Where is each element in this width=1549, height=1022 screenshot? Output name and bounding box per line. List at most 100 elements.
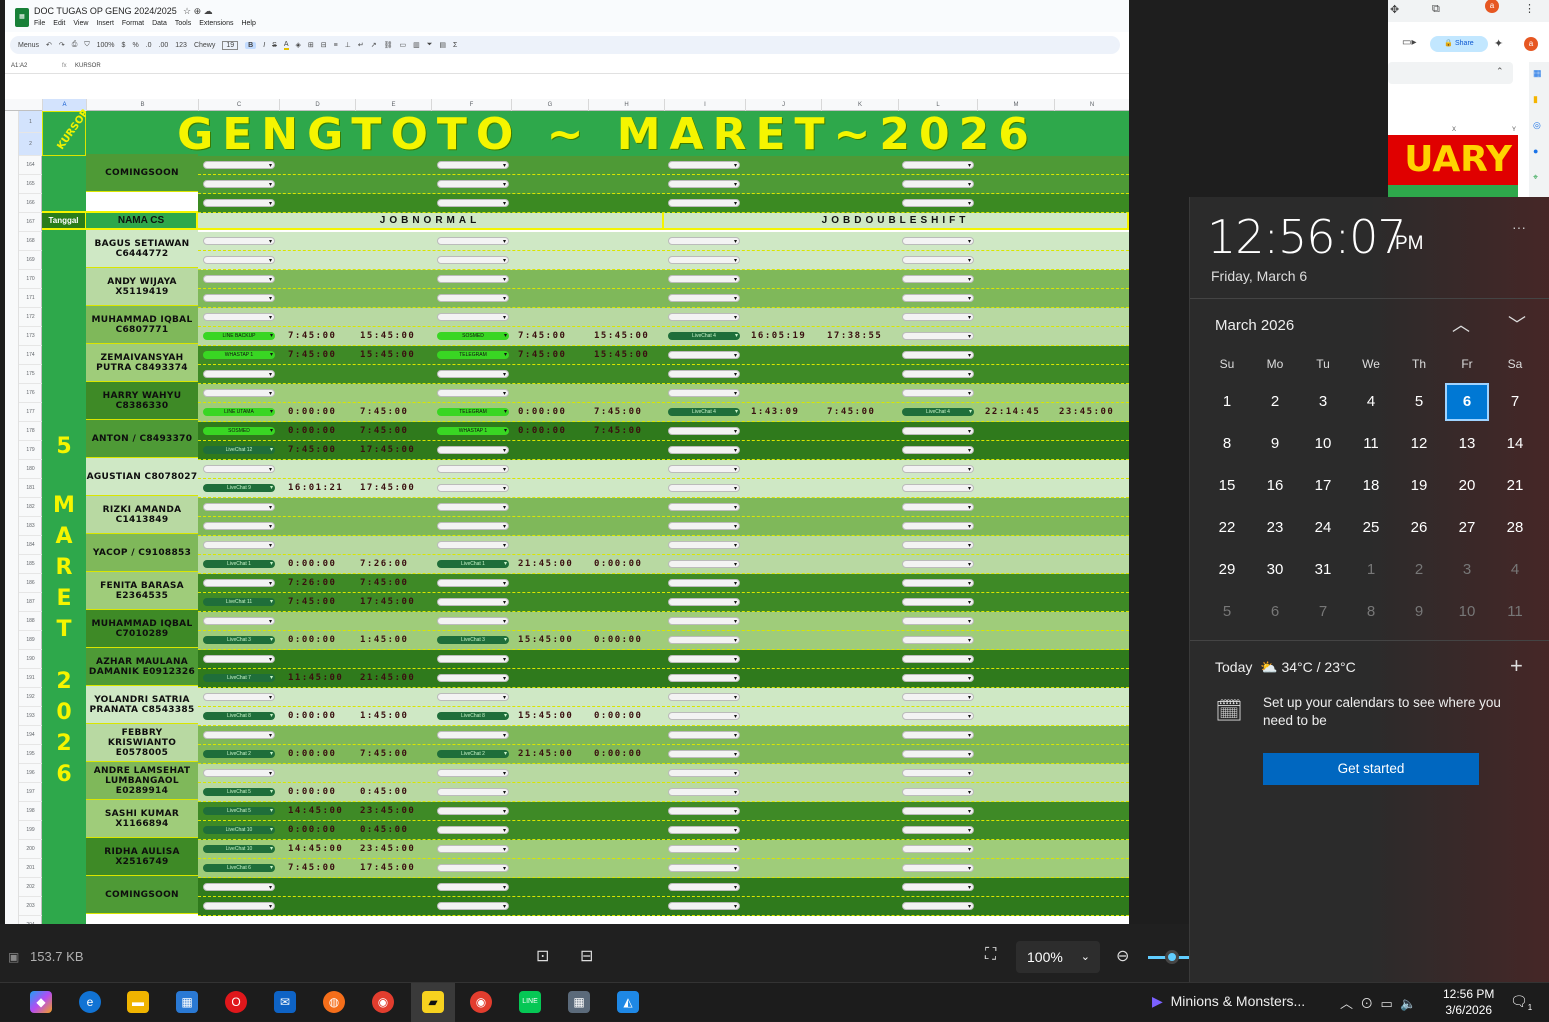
- table-row[interactable]: [198, 821, 1129, 840]
- paint-format-icon[interactable]: ⛉: [84, 41, 89, 49]
- table-row[interactable]: [198, 308, 1129, 327]
- job-dropdown[interactable]: LiveChat 4: [668, 408, 740, 416]
- job-dropdown[interactable]: [668, 465, 740, 474]
- job-dropdown[interactable]: [437, 864, 509, 873]
- time-cell[interactable]: 15:45:00: [594, 331, 649, 341]
- calendar-day[interactable]: 15: [1205, 467, 1249, 505]
- job-dropdown[interactable]: [902, 750, 974, 759]
- cs-name[interactable]: ANDRE LAMSEHAT LUMBANGAOL E0289914: [86, 762, 198, 800]
- job-dropdown[interactable]: [668, 503, 740, 512]
- row-header-196[interactable]: 196: [19, 764, 42, 783]
- job-dropdown[interactable]: [203, 883, 275, 892]
- row-header-192[interactable]: 192: [19, 688, 42, 707]
- job-dropdown[interactable]: [437, 256, 509, 265]
- calendar-day[interactable]: 31: [1301, 551, 1345, 589]
- menu-insert[interactable]: Insert: [96, 20, 114, 27]
- job-dropdown[interactable]: [437, 883, 509, 892]
- job-dropdown[interactable]: [668, 484, 740, 493]
- table-row[interactable]: [198, 574, 1129, 593]
- job-dropdown[interactable]: LiveChat 7: [203, 674, 275, 682]
- job-dropdown[interactable]: [437, 484, 509, 493]
- calendar-day[interactable]: 21: [1493, 467, 1537, 505]
- calendar-day[interactable]: 27: [1445, 509, 1489, 547]
- star-icon[interactable]: ☆ ⊕ ☁: [183, 6, 213, 17]
- row-header-168[interactable]: 168: [19, 232, 42, 251]
- job-dropdown[interactable]: [668, 807, 740, 816]
- calendar-day[interactable]: 17: [1301, 467, 1345, 505]
- row-header-172[interactable]: 172: [19, 308, 42, 327]
- share-button[interactable]: 🔒 Share: [1430, 36, 1488, 52]
- menu-format[interactable]: Format: [122, 20, 144, 27]
- cs-name[interactable]: COMINGSOON: [86, 876, 198, 914]
- copilot-icon[interactable]: ◆: [30, 991, 52, 1013]
- job-dropdown[interactable]: [902, 845, 974, 854]
- time-cell[interactable]: 16:01:21: [288, 483, 343, 493]
- job-dropdown[interactable]: [668, 370, 740, 379]
- job-dropdown[interactable]: SOSMED: [437, 332, 509, 340]
- redo-icon[interactable]: ↷: [59, 41, 65, 49]
- job-dropdown[interactable]: [668, 579, 740, 588]
- time-cell[interactable]: 7:45:00: [518, 331, 566, 341]
- sticky-notes-icon[interactable]: ▰: [422, 991, 444, 1013]
- row-header-184[interactable]: 184: [19, 536, 42, 555]
- job-dropdown[interactable]: [902, 731, 974, 740]
- merge-cells-icon[interactable]: ⊟: [321, 41, 327, 49]
- time-cell[interactable]: 23:45:00: [1059, 407, 1114, 417]
- job-dropdown[interactable]: [203, 655, 275, 664]
- job-dropdown[interactable]: [437, 522, 509, 531]
- row-header-178[interactable]: 178: [19, 422, 42, 441]
- job-dropdown[interactable]: LiveChat 5: [203, 807, 275, 815]
- job-dropdown[interactable]: [668, 237, 740, 246]
- gemini-icon[interactable]: ✦: [1494, 37, 1503, 50]
- job-dropdown[interactable]: [668, 731, 740, 740]
- time-cell[interactable]: 7:45:00: [360, 426, 408, 436]
- calendar-icon[interactable]: ▦: [1533, 68, 1542, 79]
- time-cell[interactable]: 7:45:00: [360, 407, 408, 417]
- time-cell[interactable]: 0:00:00: [288, 407, 336, 417]
- row-header-165[interactable]: 165: [19, 175, 42, 194]
- job-dropdown[interactable]: [437, 902, 509, 911]
- job-dropdown[interactable]: [668, 389, 740, 398]
- table-row[interactable]: [198, 327, 1129, 346]
- header-tanggal[interactable]: Tanggal: [42, 213, 86, 228]
- row-header-2[interactable]: 2: [19, 133, 42, 156]
- job-dropdown[interactable]: [668, 674, 740, 683]
- job-dropdown[interactable]: [902, 256, 974, 265]
- wrap-icon[interactable]: ↵: [358, 41, 364, 49]
- network-icon[interactable]: ▭: [1381, 996, 1393, 1011]
- row-header-164[interactable]: 164: [19, 156, 42, 175]
- comment-icon[interactable]: ▭: [399, 41, 406, 49]
- sheets-logo-icon[interactable]: ▦: [15, 8, 29, 27]
- calendar-day[interactable]: 11: [1349, 425, 1393, 463]
- job-dropdown[interactable]: LINE BACKUP: [203, 332, 275, 340]
- row-header-1[interactable]: 1: [19, 111, 42, 133]
- formula-input[interactable]: KURSOR: [75, 63, 101, 69]
- job-dropdown[interactable]: SOSMED: [203, 427, 275, 435]
- calendar-day[interactable]: 1: [1349, 551, 1393, 589]
- menu-extensions[interactable]: Extensions: [199, 20, 233, 27]
- job-dropdown[interactable]: [437, 370, 509, 379]
- calendar-day[interactable]: 8: [1349, 593, 1393, 631]
- job-dropdown[interactable]: [437, 294, 509, 303]
- row-header-185[interactable]: 185: [19, 555, 42, 574]
- job-dropdown[interactable]: [668, 446, 740, 455]
- time-cell[interactable]: 0:00:00: [518, 426, 566, 436]
- calendar-day[interactable]: 13: [1445, 425, 1489, 463]
- cs-name[interactable]: COMINGSOON: [86, 154, 198, 192]
- add-event-icon[interactable]: +: [1510, 653, 1523, 679]
- job-dropdown[interactable]: [437, 807, 509, 816]
- job-dropdown[interactable]: [203, 237, 275, 246]
- menu-file[interactable]: File: [34, 20, 45, 27]
- cs-name[interactable]: AZHAR MAULANA DAMANIK E0912326: [86, 648, 198, 686]
- table-row[interactable]: [198, 346, 1129, 365]
- row-header-191[interactable]: 191: [19, 669, 42, 688]
- extension-icon[interactable]: ✥: [1390, 3, 1399, 16]
- job-dropdown[interactable]: [902, 807, 974, 816]
- store-icon[interactable]: ▦: [176, 991, 198, 1013]
- row-header-169[interactable]: 169: [19, 251, 42, 270]
- time-cell[interactable]: 7:45:00: [288, 331, 336, 341]
- job-dropdown[interactable]: [437, 731, 509, 740]
- job-dropdown[interactable]: [668, 427, 740, 436]
- job-dropdown[interactable]: [902, 389, 974, 398]
- meet-icon[interactable]: ⊙: [1360, 996, 1373, 1011]
